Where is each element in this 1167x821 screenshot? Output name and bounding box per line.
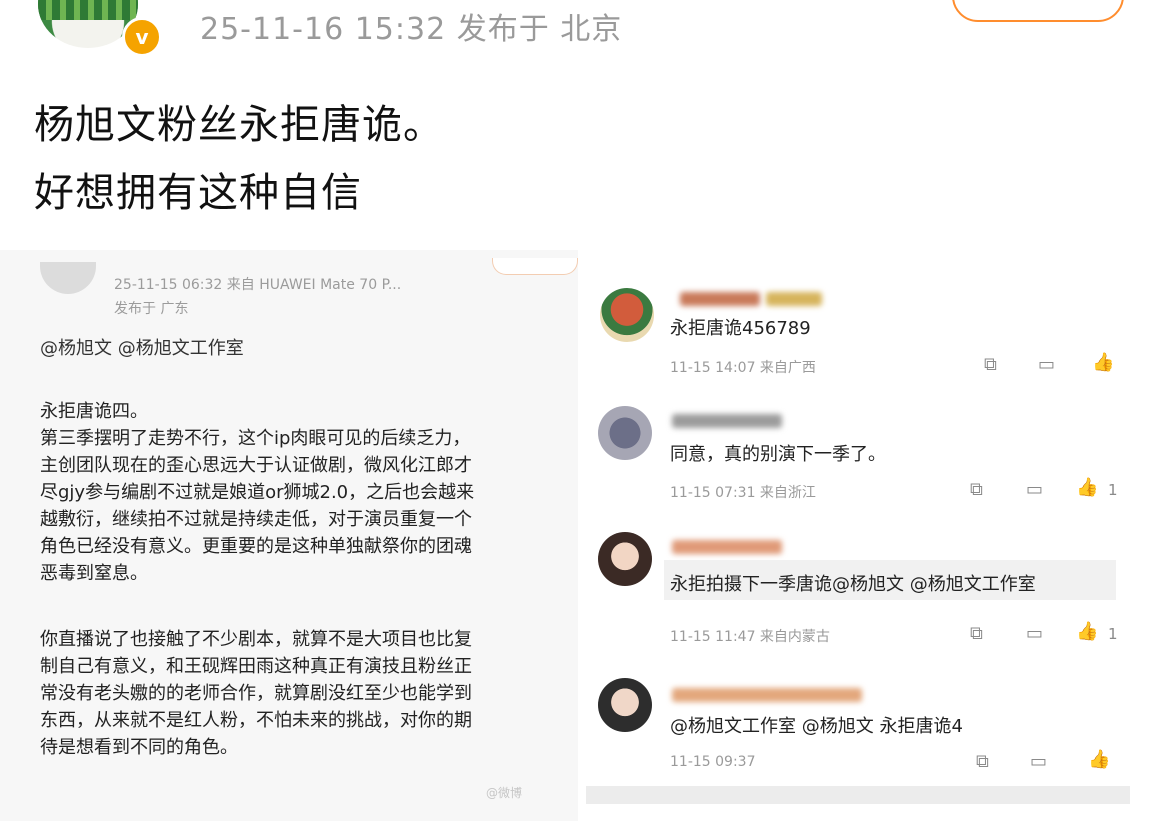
comment-meta: 11-15 14:07 来自广西 [670,360,816,376]
verified-badge-icon: v [122,17,162,57]
post-text-line-2: 好想拥有这种自信 [34,170,362,216]
like-icon[interactable]: 👍 [1092,354,1114,372]
embedded-paragraph-1: 永拒唐诡四。 第三季摆明了走势不行，这个ip肉眼可见的后续乏力， 主创团队现在的… [40,398,474,587]
paragraph-line: 待是想看到不同的角色。 [40,737,238,758]
paragraph-line: 主创团队现在的歪心思远大于认证做剧，微风化江郎才 [40,455,472,476]
comment-icon[interactable]: ▭ [1026,625,1043,643]
comment-icon[interactable]: ▭ [1026,481,1043,499]
embedded-mentions: @杨旭文 @杨旭文工作室 [40,338,244,359]
embedded-post-meta: 25-11-15 06:32 来自 HUAWEI Mate 70 P... [114,277,402,293]
comment-avatar[interactable] [598,532,652,586]
comment-meta: 11-15 11:47 来自内蒙古 [670,629,830,645]
embedded-paragraph-2: 你直播说了也接触了不少剧本，就算不是大项目也比复 制自己有意义，和王砚辉田雨这种… [40,626,472,761]
paragraph-line: 制自己有意义，和王砚辉田雨这种真正有演技且粉丝正 [40,656,472,677]
paragraph-line: 东西，从来就不是红人粉，不怕未来的挑战，对你的期 [40,710,472,731]
paragraph-line: 越敷衍，继续拍不过就是持续走低，对于演员重复一个 [40,509,472,530]
comment-text: @杨旭文工作室 @杨旭文 永拒唐诡4 [670,716,963,737]
paragraph-line: 角色已经没有意义。更重要的是这种单独献祭你的团魂 [40,536,472,557]
comment-avatar[interactable] [598,678,652,732]
follow-button[interactable] [952,0,1124,22]
like-icon[interactable]: 👍 [1076,479,1098,497]
paragraph-line: 第三季摆明了走势不行，这个ip肉眼可见的后续乏力， [40,428,471,449]
paragraph-line: 常没有老头嫐的的老师合作，就算剧没红至少也能学到 [40,683,472,704]
embedded-post-location: 发布于 广东 [114,301,189,317]
share-icon[interactable]: ⧉ [970,481,983,499]
comment-meta: 11-15 09:37 [670,754,756,770]
comment-avatar[interactable] [598,406,652,460]
share-icon[interactable]: ⧉ [970,625,983,643]
comment-text: 永拒唐诡456789 [670,318,811,339]
like-count: 1 [1108,481,1118,499]
comment-icon[interactable]: ▭ [1030,753,1047,771]
comment-username-blurred [680,292,760,306]
post-meta: 25-11-16 15:32 发布于 北京 [200,12,623,47]
paragraph-line: 恶毒到窒息。 [40,563,148,584]
comment-text: 永拒拍摄下一季唐诡@杨旭文 @杨旭文工作室 [670,574,1036,595]
share-icon[interactable]: ⧉ [976,753,989,771]
comment-username-blurred [766,292,822,306]
paragraph-line: 永拒唐诡四。 [40,401,148,422]
comment-meta: 11-15 07:31 来自浙江 [670,485,816,501]
paragraph-line: 尽gjy参与编剧不过就是娘道or狮城2.0，之后也会越来 [40,482,475,503]
comment-avatar[interactable] [600,288,654,342]
comment-username-blurred [672,414,782,428]
like-icon[interactable]: 👍 [1088,751,1110,769]
embedded-follow-button [492,258,578,275]
comment-username-blurred [672,688,862,702]
embedded-bottom-bar [586,786,1130,804]
paragraph-line: 你直播说了也接触了不少剧本，就算不是大项目也比复 [40,629,472,650]
comment-username-blurred [672,540,782,554]
like-icon[interactable]: 👍 [1076,623,1098,641]
share-icon[interactable]: ⧉ [984,356,997,374]
comment-icon[interactable]: ▭ [1038,356,1055,374]
post-text-line-1: 杨旭文粉丝永拒唐诡。 [34,102,444,148]
comment-text: 同意，真的别演下一季了。 [670,444,886,465]
like-count: 1 [1108,625,1118,643]
watermark: @微博 [486,786,523,800]
